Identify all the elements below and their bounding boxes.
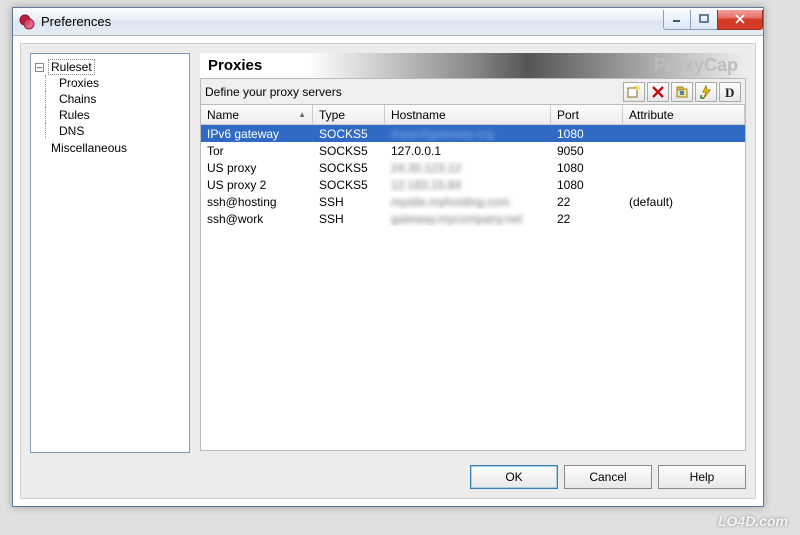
cell-port: 1080 xyxy=(551,178,623,192)
cell-type: SOCKS5 xyxy=(313,144,385,158)
col-header-port[interactable]: Port xyxy=(551,105,623,124)
dialog-buttons: OK Cancel Help xyxy=(470,465,746,489)
maximize-button[interactable] xyxy=(690,10,718,30)
section-header: Proxies ProxyCap xyxy=(200,53,746,79)
delete-button[interactable] xyxy=(647,82,669,102)
tree-node-chains[interactable]: Chains xyxy=(57,92,98,106)
table-row[interactable]: TorSOCKS5127.0.0.19050 xyxy=(201,142,745,159)
cell-name: IPv6 gateway xyxy=(201,127,313,141)
cell-type: SOCKS5 xyxy=(313,178,385,192)
close-button[interactable] xyxy=(717,10,763,30)
ok-button[interactable]: OK xyxy=(470,465,558,489)
cell-name: Tor xyxy=(201,144,313,158)
navigation-tree[interactable]: –Ruleset Proxies Chains Rules DNS Miscel… xyxy=(30,53,190,453)
new-proxy-button[interactable] xyxy=(623,82,645,102)
display-options-button[interactable]: D xyxy=(719,82,741,102)
cell-type: SOCKS5 xyxy=(313,127,385,141)
tree-expander[interactable]: – xyxy=(35,63,44,72)
list-header: Name▲ Type Hostname Port Attribute xyxy=(201,105,745,125)
cell-attr: (default) xyxy=(623,195,745,209)
minimize-button[interactable] xyxy=(663,10,691,30)
preferences-window: Preferences –Ruleset Proxies xyxy=(12,7,764,507)
proxy-list[interactable]: Name▲ Type Hostname Port Attribute IPv6 … xyxy=(200,105,746,451)
cell-host: 24.30.123.12 xyxy=(385,161,551,175)
cell-host: 127.0.0.1 xyxy=(385,144,551,158)
titlebar[interactable]: Preferences xyxy=(13,8,763,36)
col-header-attr[interactable]: Attribute xyxy=(623,105,745,124)
cell-name: ssh@work xyxy=(201,212,313,226)
col-header-type[interactable]: Type xyxy=(313,105,385,124)
cell-port: 22 xyxy=(551,212,623,226)
tree-node-proxies[interactable]: Proxies xyxy=(57,76,101,90)
window-controls xyxy=(664,10,763,30)
app-icon xyxy=(19,14,35,30)
table-row[interactable]: US proxySOCKS524.30.123.121080 xyxy=(201,159,745,176)
help-button[interactable]: Help xyxy=(658,465,746,489)
cell-host: myipv6gateway.org xyxy=(385,127,551,141)
cell-type: SOCKS5 xyxy=(313,161,385,175)
table-row[interactable]: ssh@hostingSSHmysite.myhosting.com22(def… xyxy=(201,193,745,210)
properties-button[interactable] xyxy=(671,82,693,102)
section-description: Define your proxy servers xyxy=(205,85,623,99)
cell-type: SSH xyxy=(313,212,385,226)
brand-label: ProxyCap xyxy=(654,55,738,76)
list-body: IPv6 gatewaySOCKS5myipv6gateway.org1080T… xyxy=(201,125,745,227)
table-row[interactable]: US proxy 2SOCKS512.183.15.841080 xyxy=(201,176,745,193)
tree-node-dns[interactable]: DNS xyxy=(57,124,86,138)
sort-indicator-icon: ▲ xyxy=(298,110,306,119)
cell-port: 22 xyxy=(551,195,623,209)
tree-node-misc[interactable]: Miscellaneous xyxy=(49,141,129,155)
client-area: –Ruleset Proxies Chains Rules DNS Miscel… xyxy=(19,42,757,500)
cell-host: mysite.myhosting.com xyxy=(385,195,551,209)
cancel-button[interactable]: Cancel xyxy=(564,465,652,489)
tree-node-ruleset[interactable]: Ruleset xyxy=(48,59,95,75)
cell-port: 1080 xyxy=(551,127,623,141)
cell-name: ssh@hosting xyxy=(201,195,313,209)
content-pane: Proxies ProxyCap Define your proxy serve… xyxy=(200,53,746,453)
table-row[interactable]: ssh@workSSHgateway.mycompany.net22 xyxy=(201,210,745,227)
watermark: LO4D.com xyxy=(718,513,788,529)
cell-name: US proxy 2 xyxy=(201,178,313,192)
cell-host: 12.183.15.84 xyxy=(385,178,551,192)
cell-host: gateway.mycompany.net xyxy=(385,212,551,226)
svg-text:D: D xyxy=(725,85,734,99)
quick-add-button[interactable] xyxy=(695,82,717,102)
window-title: Preferences xyxy=(41,14,664,29)
cell-port: 1080 xyxy=(551,161,623,175)
cell-name: US proxy xyxy=(201,161,313,175)
cell-port: 9050 xyxy=(551,144,623,158)
toolbar: Define your proxy servers D xyxy=(200,79,746,105)
cell-type: SSH xyxy=(313,195,385,209)
section-title: Proxies xyxy=(208,57,262,74)
table-row[interactable]: IPv6 gatewaySOCKS5myipv6gateway.org1080 xyxy=(201,125,745,142)
tree-node-rules[interactable]: Rules xyxy=(57,108,92,122)
col-header-name[interactable]: Name▲ xyxy=(201,105,313,124)
col-header-host[interactable]: Hostname xyxy=(385,105,551,124)
